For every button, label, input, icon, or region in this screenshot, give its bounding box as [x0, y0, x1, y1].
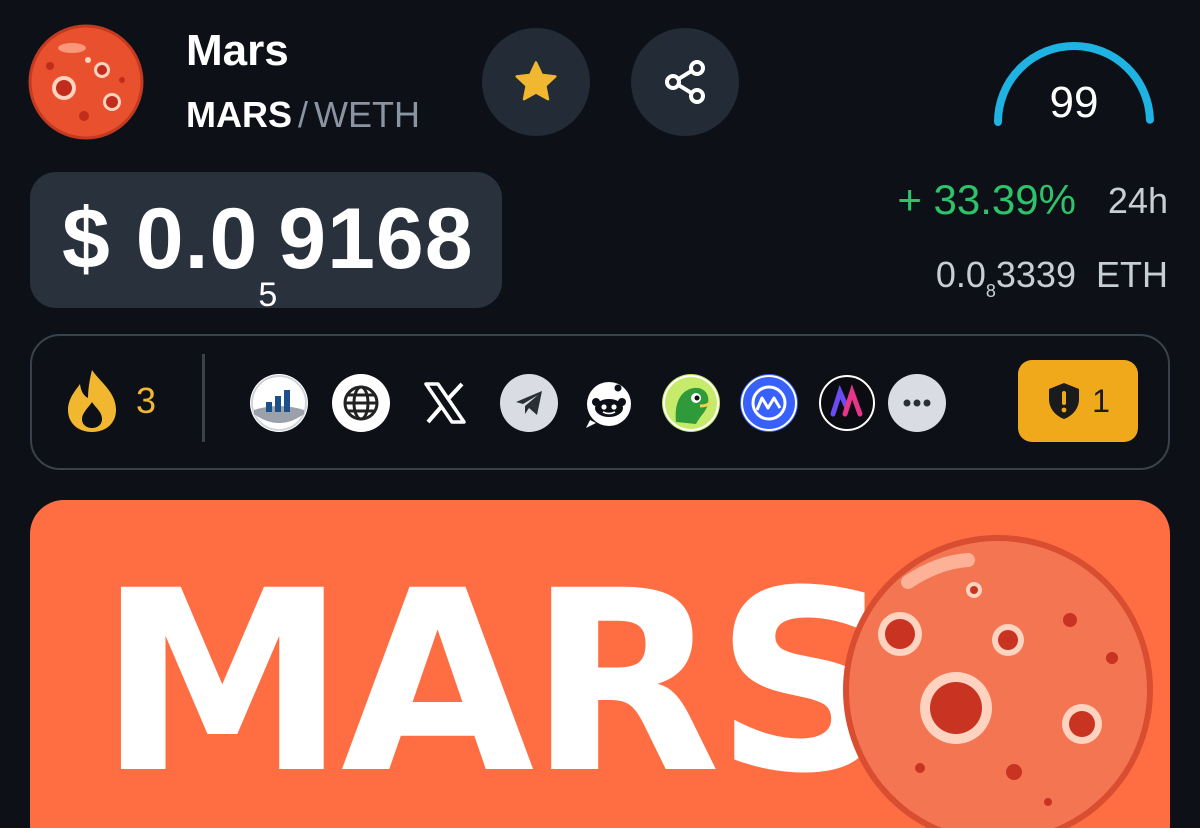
share-icon — [665, 60, 705, 104]
coinmarketcap-link[interactable] — [740, 374, 798, 432]
coingecko-link[interactable] — [662, 374, 720, 432]
security-warning-badge[interactable]: 1 — [1018, 360, 1138, 442]
telegram-link[interactable] — [500, 374, 558, 432]
more-icon — [903, 399, 931, 407]
banner-title: MARS — [98, 537, 895, 828]
price-digits: 9168 — [278, 191, 474, 287]
pair-separator: / — [298, 94, 309, 135]
fire-icon — [68, 370, 116, 432]
chart-logo-link[interactable] — [250, 374, 308, 432]
eth-price-digits: 3339 — [995, 254, 1076, 295]
token-banner: MARS — [30, 500, 1170, 828]
star-icon — [515, 61, 557, 101]
fire-count: 3 — [136, 380, 157, 421]
quote-symbol: WETH — [314, 94, 420, 135]
currency-symbol: $ — [62, 191, 111, 287]
price-prefix: 0.0 — [135, 191, 259, 287]
shield-warning-icon — [1049, 383, 1080, 419]
score-value: 99 — [1049, 78, 1099, 127]
eth-price: 0.083339 ETH — [936, 254, 1168, 302]
share-button[interactable] — [631, 28, 739, 136]
token-name: Mars — [186, 26, 289, 75]
change-period: 24h — [1107, 180, 1168, 221]
globe-icon — [341, 383, 381, 423]
eth-price-prefix: 0.0 — [935, 254, 986, 295]
trading-pair: MARS / WETH — [186, 94, 420, 136]
price-zero-count: 5 — [258, 276, 279, 314]
links-divider — [202, 354, 205, 442]
app-m-icon — [819, 375, 875, 431]
coingecko-icon — [663, 375, 719, 431]
usd-price: $ 0.059168 — [62, 190, 474, 315]
coinmarketcap-icon — [741, 375, 797, 431]
chart-logo-icon — [251, 375, 307, 431]
eth-zero-count: 8 — [985, 281, 996, 301]
more-links-button[interactable] — [888, 374, 946, 432]
price-change-24h: + 33.39% — [897, 176, 1076, 223]
app-m-link[interactable] — [818, 374, 876, 432]
base-symbol: MARS — [186, 94, 292, 135]
banner-planet-image — [843, 535, 1153, 828]
favorite-button[interactable] — [482, 28, 590, 136]
eth-unit: ETH — [1096, 254, 1168, 295]
reddit-link[interactable] — [580, 374, 638, 432]
website-link[interactable] — [332, 374, 390, 432]
warning-count: 1 — [1092, 382, 1110, 419]
x-icon — [424, 382, 466, 424]
reddit-icon — [586, 382, 631, 428]
token-page: Mars MARS / WETH 99 $ 0.059168 + 33.39% 24… — [0, 0, 1200, 828]
mars-planet-logo — [28, 24, 144, 140]
x-link[interactable] — [416, 374, 474, 432]
telegram-icon — [516, 391, 542, 415]
